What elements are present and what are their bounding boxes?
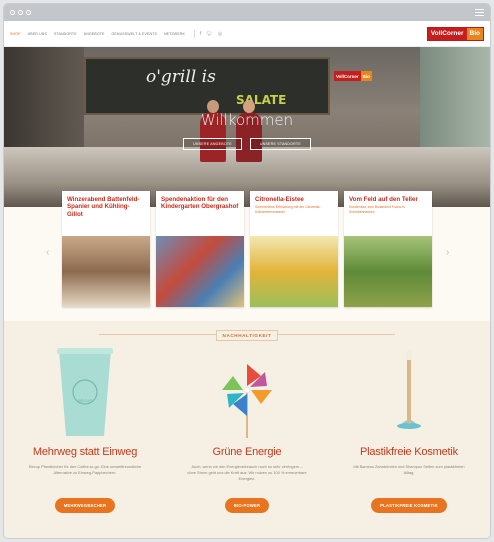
column-energie: Grüne Energie Auch, wenn wir den Energie… [166,346,328,513]
toothbrush-image [328,346,490,438]
brand-logo-text: VollCorner [427,27,467,40]
card-subtitle: Sommerliche Erfrischung mit der Citronel… [255,205,321,214]
teaser-card-feld-teller[interactable]: Vom Feld auf den Teller Kundentour zum B… [344,191,432,307]
browser-window: SHOP ÜBER UNS STANDORTE ANGEBOTE GENUSSW… [4,4,490,538]
shop-logo-sign: VollCorner Bio [334,71,372,81]
column-description: Mit Bambus Zahnbürsten und Shampoo Seife… [353,464,465,475]
card-title: Vom Feld auf den Teller [349,196,418,203]
nav-item-genusswelt[interactable]: GENUSSWELT & EVENTS [111,32,157,36]
mehrwegbecher-button[interactable]: MEHRWEGBECHER [54,498,116,513]
nav-item-netzwerk[interactable]: NETZWERK [164,32,185,36]
chalkboard-title: o'grill is [146,67,216,87]
carousel-next-icon[interactable]: › [446,247,449,258]
section-label: NACHHALTIGKEIT [215,330,279,341]
hero-locations-button[interactable]: UNSERE STANDORTE [249,138,311,150]
cup-label: RECUP [78,398,92,403]
column-title: Grüne Energie [212,446,282,458]
card-image-iced-tea [250,236,338,307]
teaser-carousel: ‹ › Winzerabend Battenfeld-Spanier und K… [4,191,490,321]
window-dot-minimize[interactable] [18,10,23,15]
hamburger-menu-icon[interactable] [475,9,484,16]
card-title: Citronella-Eistee [255,196,304,203]
column-description: Auch, wenn wir den Energieverbrauch noch… [187,464,307,481]
brand-logo-badge: Bio [466,27,483,40]
window-dot-close[interactable] [10,10,15,15]
hero-banner: o'grill is SALATE VollCorner Bio Willkom… [4,47,490,207]
main-nav: SHOP ÜBER UNS STANDORTE ANGEBOTE GENUSSW… [4,21,490,47]
twitter-icon[interactable]: 🐦︎ [206,31,212,37]
sustainability-section: NACHHALTIGKEIT RECUP Mehrweg statt Einwe… [4,321,490,538]
instagram-icon[interactable]: ◎ [218,31,222,37]
shop-logo-text: VollCorner [334,71,361,81]
hero-welcome-title: Willkommen [200,111,294,129]
teaser-card-citronella[interactable]: Citronella-Eistee Sommerliche Erfrischun… [250,191,338,307]
recup-cup-image: RECUP [4,346,166,438]
nav-item-standorte[interactable]: STANDORTE [54,32,77,36]
facebook-icon[interactable]: f [200,31,201,37]
nav-item-shop[interactable]: SHOP [10,32,21,36]
window-controls [10,10,31,15]
teaser-card-winzerabend[interactable]: Winzerabend Battenfeld-Spanier und Kühli… [62,191,150,307]
window-dot-maximize[interactable] [26,10,31,15]
shop-logo-badge: Bio [360,71,372,81]
brand-logo[interactable]: VollCorner Bio [426,26,484,41]
column-mehrweg: RECUP Mehrweg statt Einweg Recup Pfandbe… [4,346,166,513]
column-title: Mehrweg statt Einweg [32,446,138,458]
hero-offers-button[interactable]: UNSERE ANGEBOTE [183,138,242,150]
card-title: Winzerabend Battenfeld-Spanier und Kühli… [67,196,140,218]
column-title: Plastikfreie Kosmetik [360,446,458,458]
column-description: Recup Pfandbecher für den Coffee-to-go. … [28,464,142,475]
column-kosmetik: Plastikfreie Kosmetik Mit Bambus Zahnbür… [328,346,490,513]
carousel-prev-icon[interactable]: ‹ [46,247,49,258]
nav-item-angebote[interactable]: ANGEBOTE [84,32,105,36]
hero-buttons: UNSERE ANGEBOTE UNSERE STANDORTE [4,138,490,150]
nav-divider [193,29,195,38]
card-title: Spendenaktion für den Kindergarten Oberg… [161,196,239,211]
card-image-wine-glasses [62,236,150,307]
card-image-field [344,236,432,307]
nav-item-ueber-uns[interactable]: ÜBER UNS [28,32,47,36]
teaser-card-spendenaktion[interactable]: Spendenaktion für den Kindergarten Oberg… [156,191,244,307]
pinwheel-image [166,346,328,438]
bio-power-button[interactable]: BIO-POWER [224,498,270,513]
plastikfreie-kosmetik-button[interactable]: PLASTIKFREIE KOSMETIK [371,498,447,513]
card-image-children [156,236,244,307]
title-bar [4,4,490,21]
card-subtitle: Kundentour zum Biolandhof Fuchs in Schro… [349,205,405,214]
